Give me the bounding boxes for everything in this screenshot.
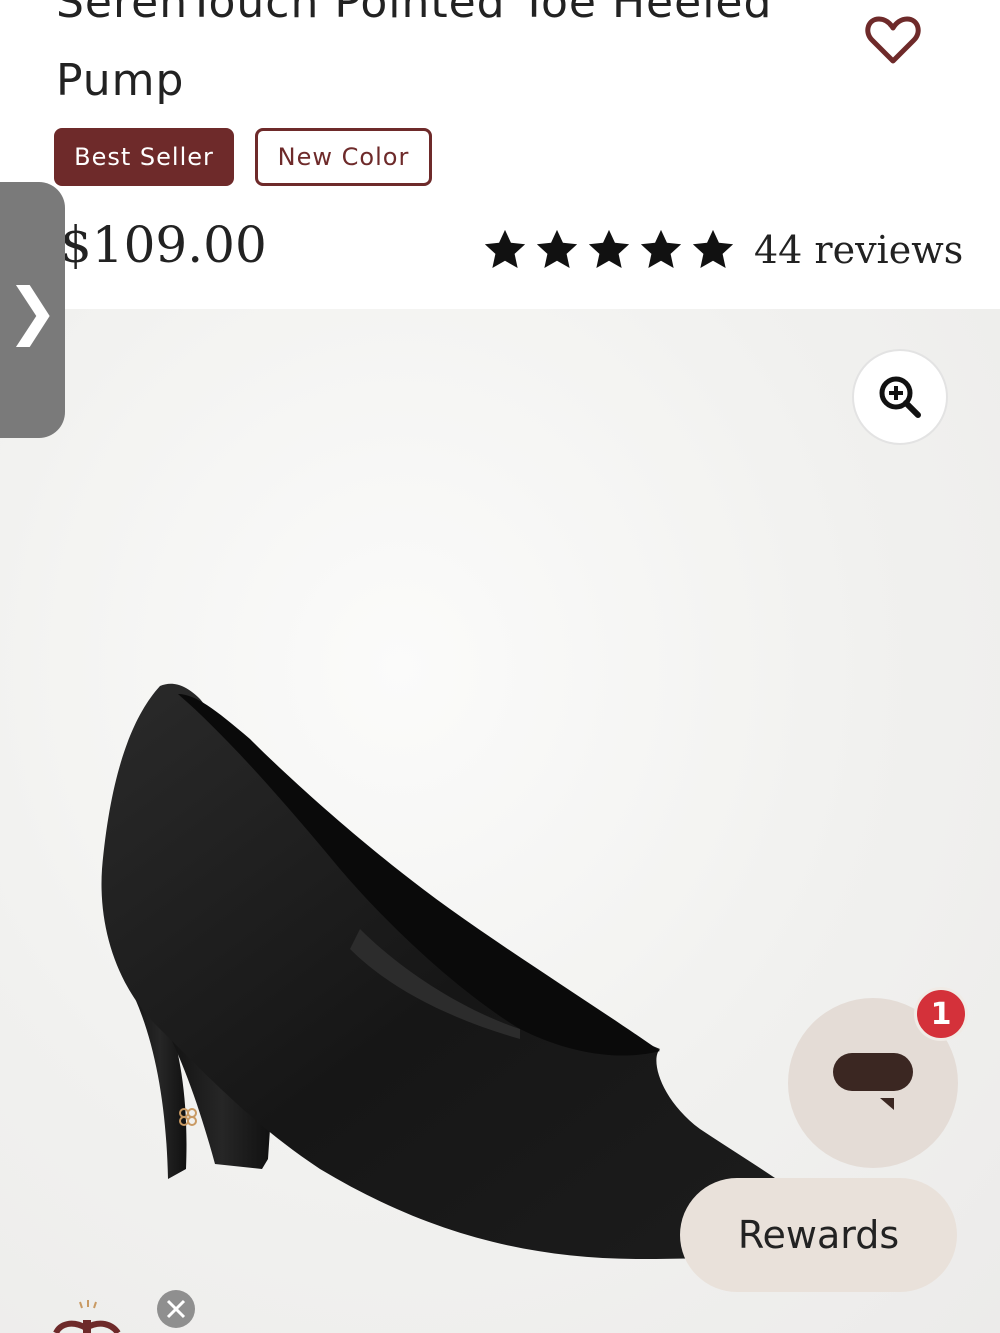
chevron-right-icon: ❯ [6,273,59,347]
star-icon [484,229,526,269]
star-icon [588,229,630,269]
chat-notification-badge: 1 [914,987,968,1041]
product-title: SerenTouch Pointed Toe Heeled Pump [56,0,773,106]
zoom-in-icon [879,376,921,418]
heart-outline-icon [865,16,921,64]
product-price: $109.00 [60,216,267,274]
close-popup-button[interactable] [157,1290,195,1328]
reviews-link[interactable]: 44 reviews [754,228,963,272]
chat-bubble-icon [833,1053,913,1110]
rewards-button[interactable]: Rewards [680,1178,957,1292]
star-icon [640,229,682,269]
star-icon [536,229,578,269]
gift-icon [53,1300,121,1333]
best-seller-badge: Best Seller [54,128,234,186]
wishlist-button[interactable] [858,8,928,72]
star-icon [692,229,734,269]
close-icon [166,1299,186,1319]
new-color-badge: New Color [255,128,432,186]
zoom-button[interactable] [852,349,948,445]
rating-stars [482,227,736,273]
side-panel-toggle[interactable]: ❯ [0,182,65,438]
product-header: SerenTouch Pointed Toe Heeled Pump Best … [0,0,1000,309]
product-rating[interactable]: 44 reviews [482,222,963,278]
